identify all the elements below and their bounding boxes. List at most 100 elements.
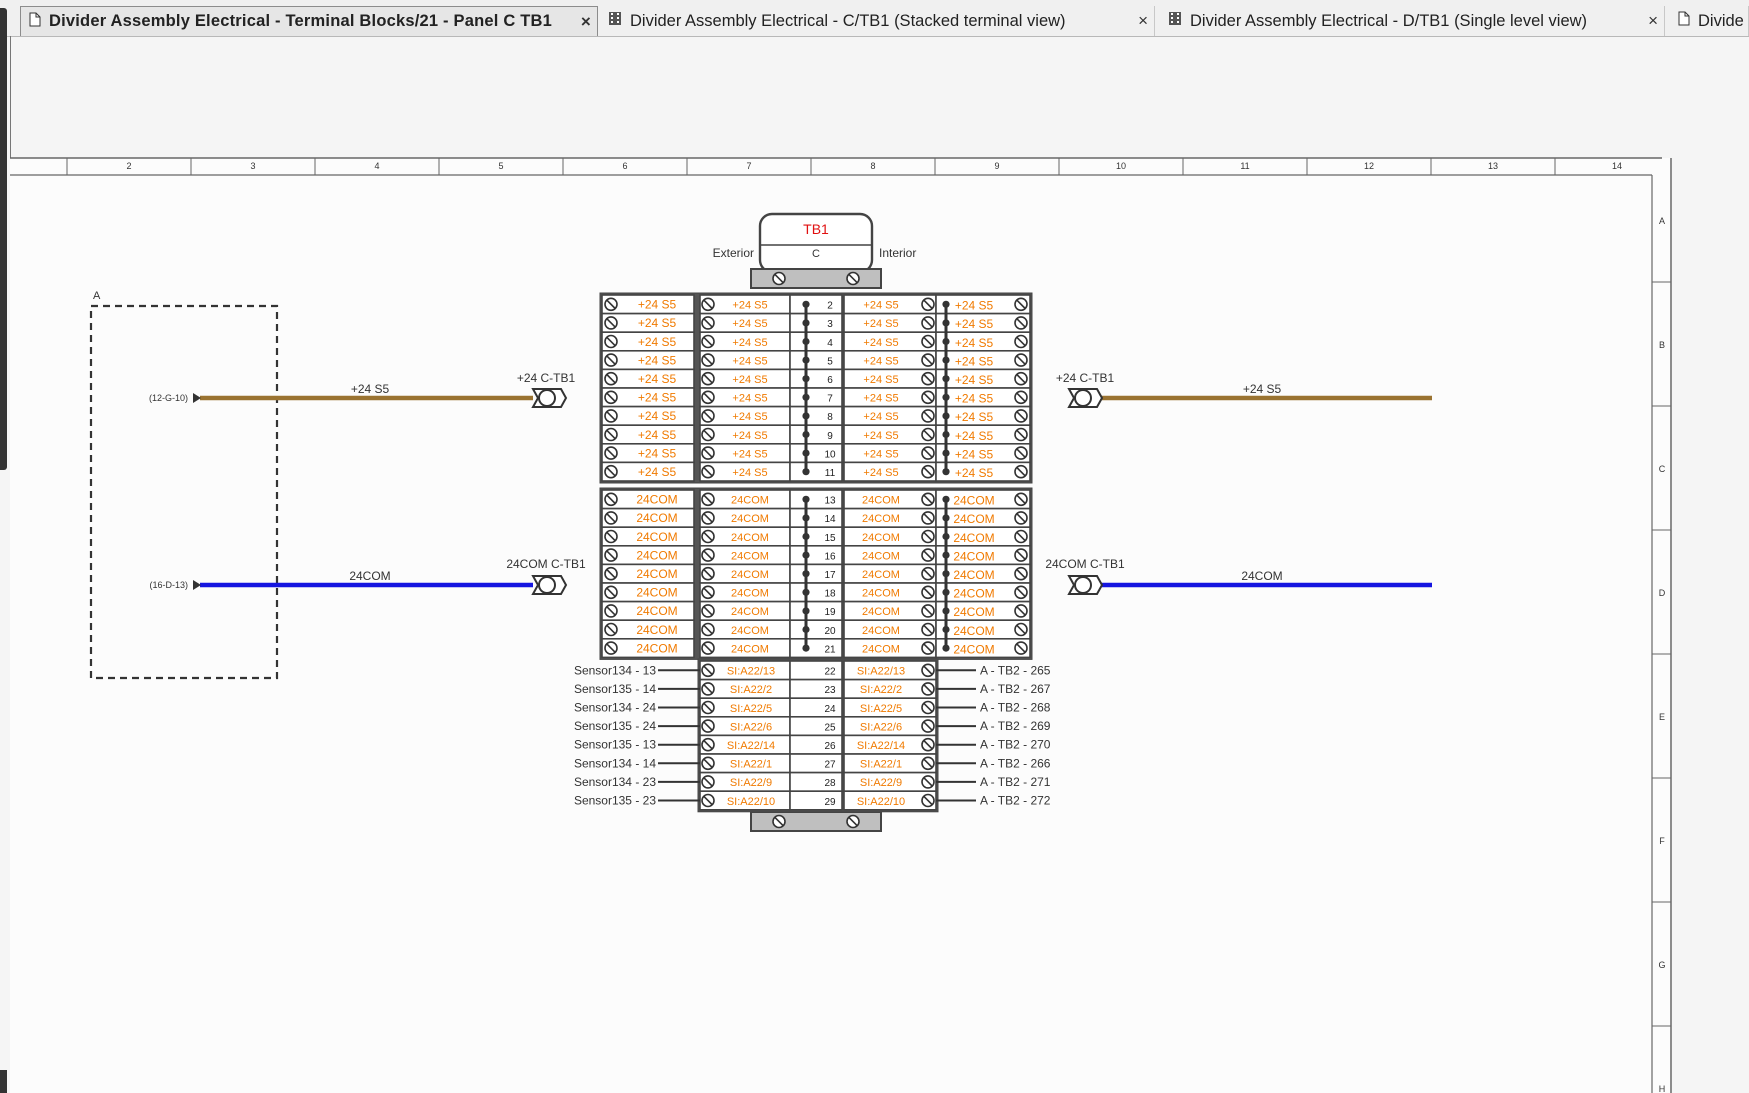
terminal-number: 2 (827, 301, 833, 312)
bridge-dot (802, 412, 810, 420)
ruler-column-label: 10 (1116, 161, 1126, 171)
bridge-dot (802, 570, 810, 578)
terminal-number: 3 (827, 319, 833, 330)
bridge-dot (802, 514, 810, 522)
ruler-row-label: C (1659, 464, 1666, 474)
terminal-left-label: +24 S5 (732, 393, 767, 405)
terminal-right-label: 24COM (862, 550, 900, 562)
terminal-number: 15 (824, 533, 836, 544)
connector-right-icon (1067, 388, 1104, 408)
terminal-cell (789, 312, 843, 334)
terminal-number: 16 (824, 551, 836, 562)
terminal-number: 22 (824, 667, 836, 678)
terminal-left-label: SI:A22/5 (730, 703, 772, 715)
terminal-int-label: +24 S5 (955, 392, 994, 406)
terminal-left-label: SI:A22/9 (730, 777, 772, 789)
sensor-source-label: Sensor135 - 23 (574, 794, 656, 808)
terminal-left-label: +24 S5 (732, 355, 767, 367)
terminal-cell (789, 368, 843, 389)
wire-label: +24 S5 (351, 382, 390, 396)
sensor-source-label: Sensor134 - 23 (574, 775, 656, 789)
terminal-right-label: +24 S5 (863, 318, 898, 330)
terminal-cell (789, 294, 843, 315)
ruler-column-label: 14 (1612, 161, 1622, 171)
connector-pin (538, 576, 556, 594)
terminal-right-label: 24COM (862, 625, 900, 637)
terminal-right-label: +24 S5 (863, 337, 898, 349)
terminal-int-label: 24COM (953, 512, 994, 526)
terminal-number: 19 (824, 607, 836, 618)
tb-top-end-plate (750, 268, 882, 289)
terminal-right-label: 24COM (862, 513, 900, 525)
terminal-left-label: 24COM (731, 495, 769, 507)
terminal-left-label: SI:A22/13 (727, 666, 775, 678)
terminal-right-label: SI:A22/2 (860, 684, 902, 696)
terminal-cell (789, 331, 843, 352)
sensor-destination-label: A - TB2 - 270 (980, 738, 1051, 752)
ruler-column-label: 9 (994, 161, 999, 171)
terminal-int-label: +24 S5 (955, 447, 994, 461)
terminal-number: 4 (827, 338, 833, 349)
connector-left-icon (531, 388, 568, 408)
bridge-dot (942, 644, 950, 652)
terminal-left-label: +24 S5 (732, 448, 767, 460)
terminal-int-label: 24COM (953, 624, 994, 638)
tb-level: C (812, 248, 820, 260)
terminal-ext-label: 24COM (636, 586, 677, 600)
ruler-row-label: A (1659, 216, 1665, 226)
ruler-column-label: 8 (870, 161, 875, 171)
terminal-cell (789, 424, 843, 445)
connector-label: +24 C-TB1 (1056, 371, 1115, 385)
ruler-column-label: 2 (126, 161, 131, 171)
ruler-column-label: 12 (1364, 161, 1374, 171)
ruler-row-label: B (1659, 340, 1665, 350)
terminal-cell (789, 349, 843, 371)
terminal-ext-label: +24 S5 (638, 335, 677, 349)
terminal-int-label: 24COM (953, 568, 994, 582)
terminal-left-label: 24COM (731, 513, 769, 525)
terminal-number: 9 (827, 431, 833, 442)
ruler-row-label: G (1658, 960, 1665, 970)
sensor-destination-label: A - TB2 - 271 (980, 775, 1051, 789)
bridge-dot (942, 570, 950, 578)
ruler-row-label: D (1659, 588, 1666, 598)
terminal-left-label: +24 S5 (732, 467, 767, 479)
bridge-dot (802, 551, 810, 559)
terminal-right-label: +24 S5 (863, 393, 898, 405)
tb-exterior-label: Exterior (713, 246, 754, 260)
bridge-dot (942, 375, 950, 383)
terminal-ext-label: 24COM (636, 604, 677, 618)
bridge-dot (942, 412, 950, 420)
bridge-dot (942, 625, 950, 634)
terminal-right-label: SI:A22/9 (860, 777, 902, 789)
terminal-left-label: SI:A22/2 (730, 684, 772, 696)
terminal-int-label: 24COM (953, 494, 994, 508)
terminal-left-label: SI:A22/6 (730, 721, 772, 733)
bridge-dot (802, 625, 810, 634)
terminal-number: 5 (827, 356, 833, 367)
terminal-int-label: 24COM (953, 549, 994, 563)
bridge-dot (802, 495, 810, 503)
terminal-ext-label: 24COM (636, 641, 677, 655)
schematic-canvas[interactable]: 2 3 4 5 6 7 8 9 10 11 12 13 14ABCDEFGHATB1CExterior I… (0, 0, 1749, 1093)
bridge-dot (802, 300, 810, 308)
bridge-dot (942, 532, 950, 541)
connector-label: 24COM C-TB1 (506, 557, 586, 571)
terminal-right-label: +24 S5 (863, 430, 898, 442)
terminal-int-label: +24 S5 (955, 410, 994, 424)
terminal-ext-label: 24COM (636, 623, 677, 637)
bridge-dot (802, 588, 810, 596)
terminal-right-label: 24COM (862, 588, 900, 600)
ruler-column-label: 3 (250, 161, 255, 171)
terminal-ext-label: 24COM (636, 530, 677, 544)
ruler-column-label: 6 (622, 161, 627, 171)
sensor-source-label: Sensor134 - 24 (574, 701, 656, 715)
terminal-right-label: 24COM (862, 569, 900, 581)
terminal-number: 8 (827, 412, 833, 423)
terminal-ext-label: 24COM (636, 511, 677, 525)
bridge-dot (802, 430, 810, 439)
terminal-ext-label: 24COM (636, 548, 677, 562)
terminal-ext-label: +24 S5 (638, 428, 677, 442)
sensor-destination-label: A - TB2 - 265 (980, 663, 1051, 677)
bridge-dot (802, 644, 810, 652)
